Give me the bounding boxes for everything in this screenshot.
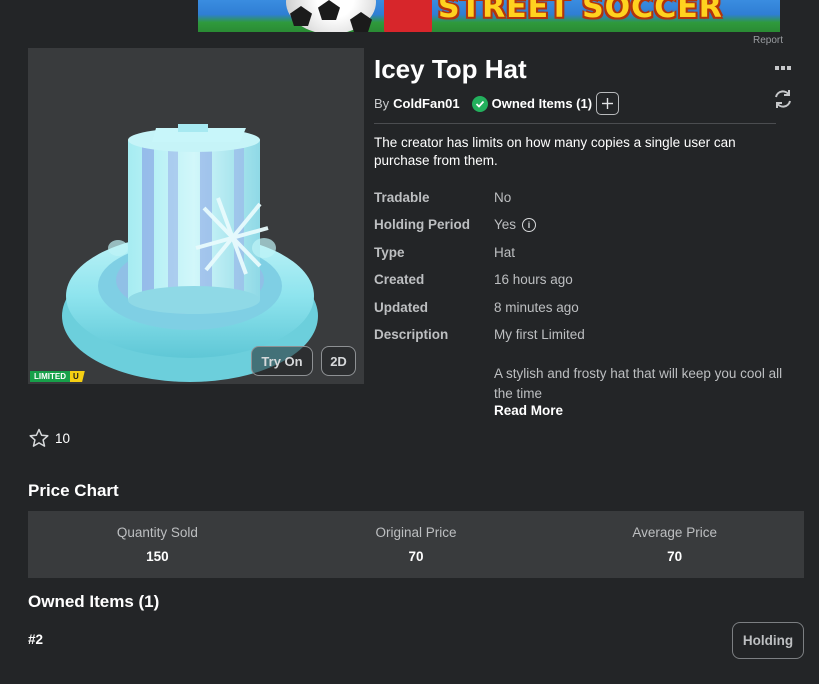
refresh-icon[interactable] [772,88,794,110]
detail-label: Updated [374,300,428,315]
view-2d-button[interactable]: 2D [321,346,356,376]
detail-value: My first Limited [494,327,585,342]
detail-value: 16 hours ago [494,272,573,287]
stat-value: 150 [146,549,169,564]
favorite-count: 10 [55,430,71,446]
stat-quantity-sold: Quantity Sold 150 [28,511,287,578]
by-label: By [374,96,390,111]
info-icon[interactable]: i [522,217,537,232]
read-more-link[interactable]: Read More [494,403,563,418]
stat-value: 70 [667,549,683,564]
owned-item-serial: #2 [28,632,44,647]
detail-label: Holding Period [374,217,470,232]
detail-label: Description [374,327,449,342]
creator-link[interactable]: ColdFan01 [393,96,459,111]
unique-badge-label: U [70,371,85,382]
detail-label: Type [374,245,405,260]
description-text: A stylish and frosty hat that will keep … [494,366,783,401]
ad-player-image [384,0,432,32]
item-title: Icey Top Hat [374,54,527,84]
more-options-icon[interactable] [775,66,791,70]
detail-label: Tradable [374,190,430,205]
stat-original-price: Original Price 70 [287,511,546,578]
limited-badge-label: LIMITED [30,371,70,382]
purchase-limit-notice: The creator has limits on how many copie… [374,135,736,168]
ice-top-hat-image [62,124,318,382]
stat-average-price: Average Price 70 [545,511,804,578]
owned-items-title: Owned Items (1) [28,592,160,611]
price-chart-title: Price Chart [28,481,119,500]
add-icon[interactable] [596,92,620,115]
limited-u-badge: LIMITED U [30,371,85,382]
ad-title: STREET SOCCER [438,0,723,25]
stat-value: 70 [408,549,424,564]
star-icon [29,428,49,447]
stat-label: Average Price [632,525,717,540]
check-icon [471,95,488,112]
detail-label: Created [374,272,425,287]
detail-value: Hat [494,245,516,260]
detail-value: 8 minutes ago [494,300,579,315]
detail-value: No [494,190,512,205]
soccer-ball-image [286,0,376,32]
ad-report-link[interactable]: Report [753,35,783,46]
stat-label: Original Price [375,525,457,540]
favorite-button[interactable]: 10 [29,428,70,448]
price-stats: Quantity Sold 150 Original Price 70 Aver… [28,511,804,578]
detail-value: Yes i [494,217,537,232]
holding-button[interactable]: Holding [732,622,804,659]
ad-banner[interactable]: STREET SOCCER [198,0,780,32]
divider [374,123,776,124]
try-on-button[interactable]: Try On [251,346,313,376]
item-thumbnail[interactable]: LIMITED U Try On 2D [28,48,364,384]
owned-items-label: Owned Items (1) [491,96,593,111]
stat-label: Quantity Sold [116,525,198,540]
byline: By ColdFan01 Owned Items (1) [374,92,620,115]
